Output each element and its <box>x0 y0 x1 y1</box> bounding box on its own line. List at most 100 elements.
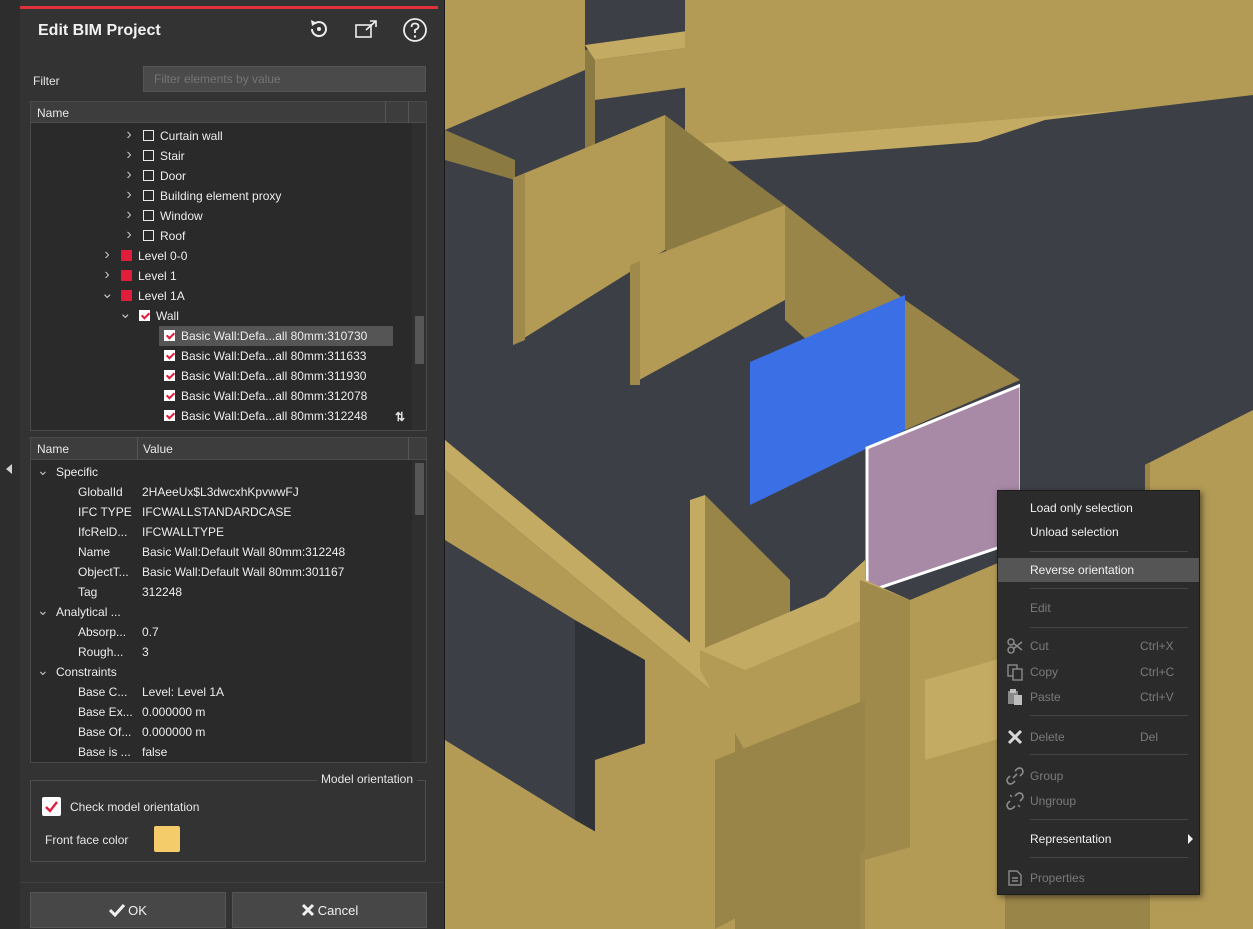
tree-item[interactable]: Basic Wall:Defa...all 80mm:312248 <box>31 406 410 426</box>
tree-item-label: Building element proxy <box>160 189 282 203</box>
sort-icon[interactable]: ⇅ <box>395 410 405 424</box>
tree-item[interactable]: › Window <box>31 206 410 226</box>
tree-item[interactable]: ⌄ Wall <box>31 304 410 326</box>
tree-item[interactable]: Basic Wall:Defa...all 80mm:312078 <box>31 386 410 406</box>
property-row[interactable]: ObjectT... Basic Wall:Default Wall 80mm:3… <box>31 562 410 582</box>
property-row[interactable]: Base Ex... 0.000000 m <box>31 702 410 722</box>
tree-item-checkbox[interactable] <box>164 410 175 421</box>
property-name: Tag <box>78 585 98 599</box>
edit-bim-project-panel: Edit BIM Project Filter Name <box>20 0 445 929</box>
tree-item[interactable]: › Roof <box>31 226 410 246</box>
tree-item-checkbox[interactable] <box>121 290 132 301</box>
chevron-right-icon[interactable]: › <box>123 206 135 224</box>
tree-item-label: Basic Wall:Defa...all 80mm:310730 <box>181 329 368 343</box>
tree-column-header[interactable]: Name <box>31 102 426 123</box>
help-icon[interactable] <box>401 16 429 44</box>
property-name: IFC TYPE <box>78 505 132 519</box>
tree-item[interactable]: Basic Wall:Defa...all 80mm:310730 <box>31 326 410 346</box>
menu-item-cut[interactable]: Cut Ctrl+X <box>998 634 1199 658</box>
menu-item-edit[interactable]: Edit <box>998 596 1199 620</box>
chevron-right-icon[interactable]: › <box>123 186 135 204</box>
menu-item-representation[interactable]: Representation <box>998 827 1199 851</box>
chevron-right-icon[interactable]: › <box>101 266 113 284</box>
tree-item[interactable]: Basic Wall:Defa...all 80mm:311633 <box>31 346 410 366</box>
properties-scrollbar[interactable] <box>412 460 426 762</box>
menu-item-label: Cut <box>1030 639 1049 653</box>
tree-item-checkbox[interactable] <box>164 330 175 341</box>
properties-scroll-thumb[interactable] <box>415 463 424 515</box>
property-row[interactable]: IFC TYPE IFCWALLSTANDARDCASE <box>31 502 410 522</box>
tree-item-checkbox[interactable] <box>143 230 154 241</box>
check-model-orientation-checkbox[interactable] <box>42 797 61 816</box>
menu-item-shortcut: Ctrl+X <box>1140 639 1174 653</box>
property-name: Base Of... <box>78 725 132 739</box>
tree-item-checkbox[interactable] <box>121 250 132 261</box>
tree-item[interactable]: ⌄ Level 1A <box>31 284 410 306</box>
property-group[interactable]: ⌄ Constraints <box>31 662 410 682</box>
tree-item[interactable]: Basic Wall:Defa...all 80mm:311930 <box>31 366 410 386</box>
property-row[interactable]: Base Of... 0.000000 m <box>31 722 410 742</box>
property-row[interactable]: GlobalId 2HAeeUx$L3dwcxhKpvwwFJ <box>31 482 410 502</box>
tree-item[interactable]: › Building element proxy <box>31 186 410 206</box>
scissors-icon <box>1007 638 1023 654</box>
property-row[interactable]: Base C... Level: Level 1A <box>31 682 410 702</box>
chevron-right-icon[interactable]: › <box>123 226 135 244</box>
filter-input[interactable] <box>143 66 426 92</box>
tree-item-checkbox[interactable] <box>121 270 132 281</box>
chevron-right-icon[interactable]: › <box>123 126 135 144</box>
tree-item-label: Level 1A <box>138 289 185 303</box>
menu-item-paste[interactable]: Paste Ctrl+V <box>998 685 1199 709</box>
property-row[interactable]: Absorp... 0.7 <box>31 622 410 642</box>
tree-scroll-thumb[interactable] <box>415 316 424 364</box>
menu-item-ungroup[interactable]: Ungroup <box>998 789 1199 813</box>
tree-item-checkbox[interactable] <box>143 130 154 141</box>
property-row[interactable]: Tag 312248 <box>31 582 410 602</box>
property-group[interactable]: ⌄ Analytical ... <box>31 602 410 622</box>
chevron-down-icon[interactable]: ⌄ <box>37 602 49 619</box>
tree-item-checkbox[interactable] <box>143 210 154 221</box>
tree-item-checkbox[interactable] <box>164 390 175 401</box>
ok-button[interactable]: OK <box>30 892 226 928</box>
tree-item[interactable]: › Door <box>31 166 410 186</box>
cancel-button[interactable]: Cancel <box>232 892 427 928</box>
chevron-down-icon[interactable]: ⌄ <box>37 662 49 679</box>
tree-item-checkbox[interactable] <box>143 150 154 161</box>
tree-item-checkbox[interactable] <box>164 350 175 361</box>
tree-item[interactable]: › Level 0-0 <box>31 246 410 266</box>
tree-item-label: Door <box>160 169 187 183</box>
tree-item[interactable]: › Stair <box>31 146 410 166</box>
reset-icon[interactable] <box>307 17 331 41</box>
chevron-right-icon[interactable]: › <box>123 146 135 164</box>
chevron-right-icon[interactable]: › <box>101 246 113 264</box>
menu-item-unload-selection[interactable]: Unload selection <box>998 520 1199 544</box>
menu-item-copy[interactable]: Copy Ctrl+C <box>998 660 1199 684</box>
front-face-color-swatch[interactable] <box>154 826 180 852</box>
menu-item-reverse-orientation[interactable]: Reverse orientation <box>998 558 1199 582</box>
tree-item-checkbox[interactable] <box>139 310 150 321</box>
property-row[interactable]: IfcRelD... IFCWALLTYPE <box>31 522 410 542</box>
collapse-panel-arrow-icon[interactable] <box>6 464 12 474</box>
property-group[interactable]: ⌄ Specific <box>31 462 410 482</box>
menu-item-delete[interactable]: Delete Del <box>998 725 1199 749</box>
chevron-down-icon[interactable]: ⌄ <box>101 284 114 302</box>
tree-item[interactable]: › Level 1 <box>31 266 410 286</box>
properties-table: Name Value ⌄ Specific GlobalId 2HAeeUx$L3dw… <box>30 437 427 763</box>
menu-separator <box>1030 627 1188 628</box>
chevron-right-icon[interactable]: › <box>123 166 135 184</box>
tree-scrollbar[interactable] <box>412 123 426 430</box>
chevron-down-icon[interactable]: ⌄ <box>119 304 132 322</box>
chevron-down-icon[interactable]: ⌄ <box>37 462 49 479</box>
property-row[interactable]: Base is ... false <box>31 742 410 762</box>
property-row[interactable]: Rough... 3 <box>31 642 410 662</box>
menu-item-properties[interactable]: Properties <box>998 866 1199 890</box>
menu-item-label: Paste <box>1030 690 1061 704</box>
tree-item-checkbox[interactable] <box>143 190 154 201</box>
tree-item[interactable]: › Curtain wall <box>31 126 410 146</box>
menu-item-load-only-selection[interactable]: Load only selection <box>998 496 1199 520</box>
tree-item-checkbox[interactable] <box>164 370 175 381</box>
menu-item-group[interactable]: Group <box>998 764 1199 788</box>
link-icon <box>1006 767 1024 785</box>
export-icon[interactable] <box>354 17 380 41</box>
tree-item-checkbox[interactable] <box>143 170 154 181</box>
property-row[interactable]: Name Basic Wall:Default Wall 80mm:312248 <box>31 542 410 562</box>
